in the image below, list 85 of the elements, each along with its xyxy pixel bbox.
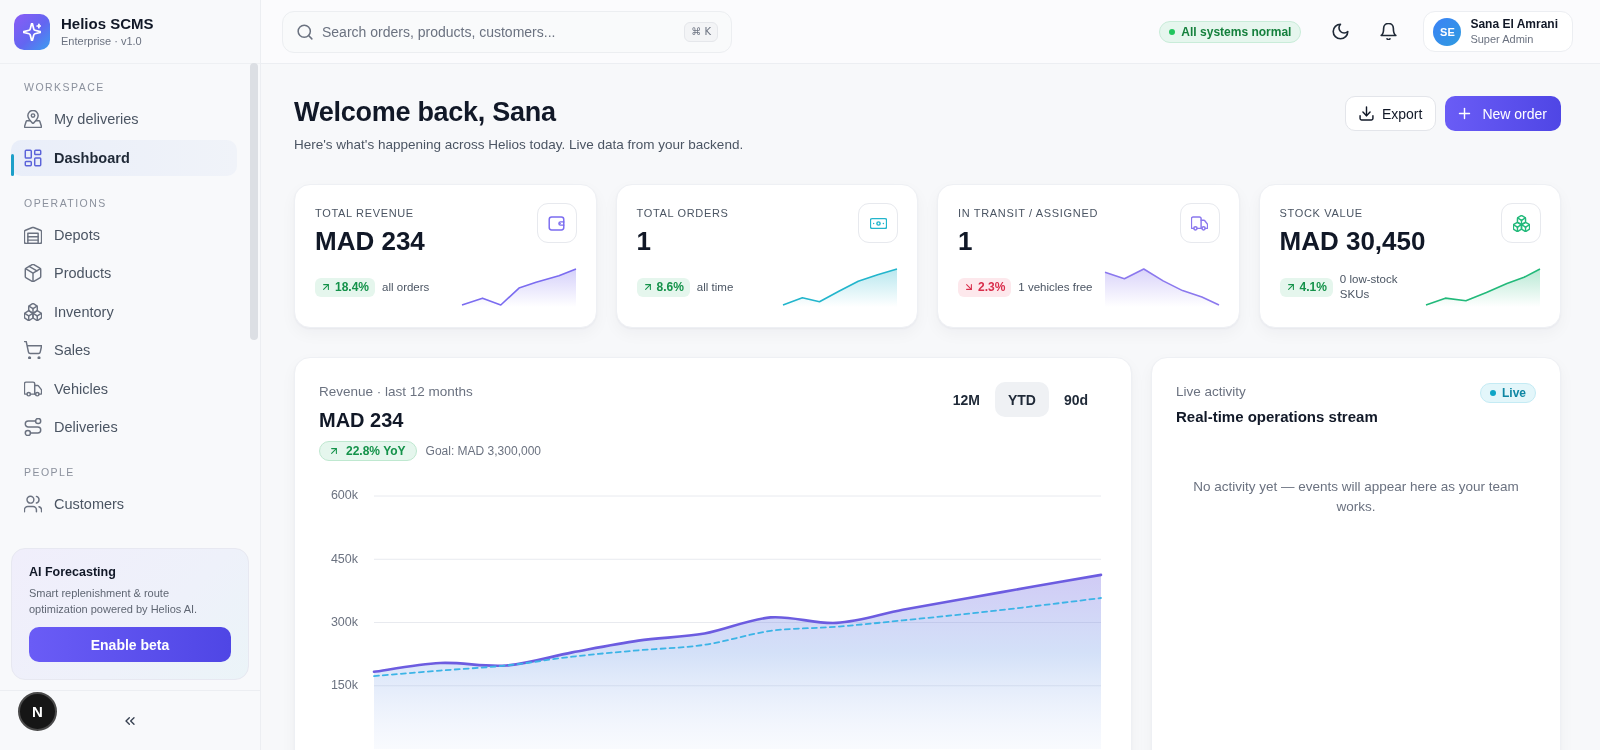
arrow-up-right-icon [1285,282,1296,292]
kpi-value: 1 [636,225,652,257]
boxes-icon [1501,203,1541,243]
truck-icon [24,379,42,398]
cart-icon [24,341,42,359]
card-title: Live activity [1176,383,1247,401]
range-tab[interactable]: 90d [1050,382,1101,417]
section-label: WORKSPACE [23,80,106,94]
user-name: Sana El Amrani [1470,17,1558,32]
kpi-note: 1 vehicles free [1018,279,1093,295]
range-tab[interactable]: YTD [994,382,1049,417]
promo-text: Smart replenishment & route optimization powered by Helios AI. [29,586,199,617]
delta-value: 4.1% [1299,280,1327,294]
map-pin-icon [24,110,42,128]
empty-state-text: No activity yet — events will appear here as your team works. [1192,478,1520,516]
truck-icon [1179,203,1220,243]
moon-icon [1331,23,1349,40]
kpi-label: TOTAL REVENUE [315,206,415,220]
kpi-value: MAD 234 [315,225,425,257]
kpi-label: STOCK VALUE [1279,206,1364,220]
arrow-up-right-icon [329,446,339,456]
section-label: OPERATIONS [23,195,108,210]
user-avatar: SE [1433,17,1462,46]
delta-value: 22.8% YoY [346,444,406,458]
nav-item[interactable]: Dashboard [11,139,237,176]
status-text: All systems normal [1181,24,1292,39]
axis-label: 300k [330,614,358,629]
enable-beta-button[interactable]: Enable beta [29,627,231,662]
kpi-value: 1 [958,225,974,257]
nav-item[interactable]: Customers [11,486,237,522]
revenue-value: MAD 234 [319,408,405,433]
wallet-icon [536,203,577,243]
axis-label: 600k [330,488,358,503]
nav-item[interactable]: Vehicles [11,370,237,407]
bell-icon [1379,23,1397,40]
arrow-up-right-icon [321,282,331,292]
card-subtitle: Real-time operations stream [1176,407,1378,427]
kpi-note: all orders [382,279,430,295]
status-dot-icon [1169,28,1176,35]
page-subtitle: Here's what's happening across Helios today. Live data from your backend. [294,136,744,154]
scrollbar-thumb[interactable] [250,63,258,340]
users-icon [24,495,42,513]
user-menu-button[interactable]: SE Sana El Amrani Super Admin [1423,11,1573,52]
kpi-note: all time [696,279,734,295]
promo-title: AI Forecasting [29,564,117,580]
nav-item[interactable]: Products [11,255,237,291]
axis-label: 150k [330,678,358,693]
search-icon [297,23,313,40]
live-dot-icon [1490,390,1496,396]
grid-icon [24,148,42,167]
sparkles-icon [14,13,50,50]
kpi-value: MAD 30,450 [1279,225,1426,257]
arrow-down-right-icon [964,282,974,292]
banknote-icon [858,203,898,243]
nav-item[interactable]: Deliveries [11,409,237,445]
route-icon [24,418,42,436]
delta-value: 2.3% [978,280,1006,294]
download-icon [1358,106,1374,121]
kpi-label: TOTAL ORDERS [636,206,729,220]
range-tab[interactable]: 12M [939,382,993,417]
nav-item[interactable]: Sales [11,332,237,368]
nav-item[interactable]: Inventory [11,293,237,330]
brand-subtitle: Enterprise · v1.0 [61,34,143,48]
arrow-up-right-icon [642,282,653,292]
nav-item[interactable]: Depots [11,216,237,253]
brand-name: Helios SCMS [61,15,154,33]
plus-icon [1457,106,1473,121]
delta-value: 18.4% [335,280,370,294]
live-label: Live [1502,386,1526,400]
boxes-icon [24,302,42,321]
delta-value: 8.6% [656,280,684,294]
nav-item[interactable]: My deliveries [11,101,237,137]
chart-title: Revenue · last 12 months [319,383,474,401]
user-role: Super Admin [1470,32,1535,46]
box-icon [24,264,42,282]
kpi-label: IN TRANSIT / ASSIGNED [958,206,1098,220]
section-label: PEOPLE [23,465,76,479]
axis-label: 450k [330,551,358,566]
kpi-note: 0 low-stock SKUs [1339,272,1399,302]
export-button[interactable]: Export [1344,96,1437,131]
page-title: Welcome back, Sana [294,96,558,129]
new-order-button[interactable]: New order [1445,96,1561,131]
warehouse-icon [24,225,42,244]
goal-text: Goal: MAD 3,300,000 [425,444,541,458]
dev-tools-button[interactable]: N [18,692,57,731]
